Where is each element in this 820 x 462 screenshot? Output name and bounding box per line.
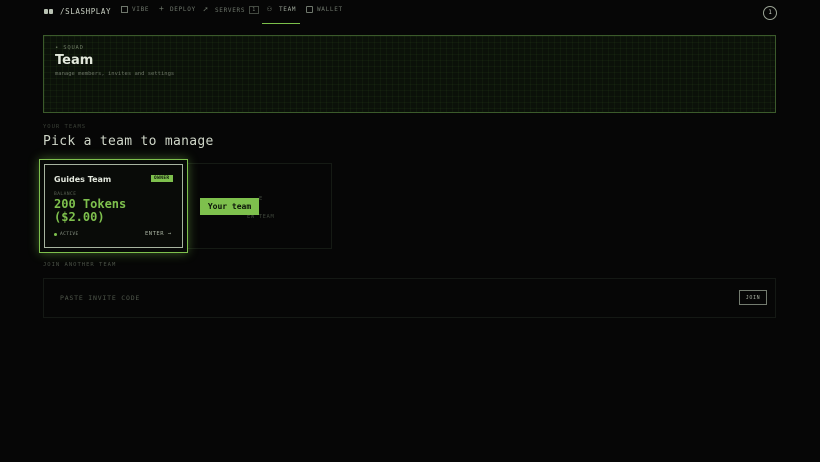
team-name: Guides Team — [54, 175, 112, 184]
gamepad-icon — [44, 8, 54, 15]
balance-usd: ($2.00) — [54, 210, 105, 224]
your-team-tooltip: Your team — [200, 198, 259, 215]
nav-item-label: WALLET — [317, 6, 343, 13]
nav-item-deploy[interactable]: DEPLOY — [159, 4, 196, 13]
brand-name: /SLASHPLAY — [60, 7, 112, 16]
wallet-icon — [306, 6, 313, 13]
join-button[interactable]: JOIN — [739, 290, 767, 305]
active-tab-indicator — [262, 23, 300, 24]
team-status: ACTIVE — [54, 232, 79, 237]
enter-team-link[interactable]: ENTER → — [145, 231, 172, 237]
page-header: • SQUAD Team manage members, invites and… — [43, 35, 776, 113]
top-nav: /SLASHPLAY VIBE DEPLOY SERVERS 1 TEAM WA… — [0, 0, 820, 26]
page-title: Team — [55, 53, 94, 68]
nav-item-vibe[interactable]: VIBE — [121, 6, 149, 13]
nav-item-label: VIBE — [132, 6, 150, 13]
nav-item-label: DEPLOY — [170, 6, 196, 13]
balance-value: 200 Tokens ($2.00) — [54, 198, 126, 224]
box-icon — [121, 6, 128, 13]
join-team-panel: JOIN — [43, 278, 776, 318]
user-avatar[interactable]: 1 — [763, 6, 777, 20]
invite-code-input[interactable] — [60, 292, 560, 304]
status-dot-icon — [54, 233, 57, 236]
people-icon — [267, 4, 275, 13]
rocket-icon — [203, 5, 211, 14]
join-section-label: JOIN ANOTHER TEAM — [43, 262, 117, 268]
nav-item-label: TEAM — [279, 6, 297, 13]
page-subtitle: manage members, invites and settings — [55, 71, 175, 77]
role-badge: OWNER — [151, 175, 173, 182]
brand-logo[interactable]: /SLASHPLAY — [44, 7, 111, 16]
teams-section-label: YOUR TEAMS — [43, 124, 87, 130]
create-team-fragment: E — [259, 196, 263, 202]
status-label: ACTIVE — [60, 232, 79, 237]
plus-icon — [159, 4, 166, 13]
servers-count-badge: 1 — [249, 6, 259, 14]
nav-item-team[interactable]: TEAM — [267, 4, 297, 13]
teams-section-title: Pick a team to manage — [43, 134, 214, 149]
team-card[interactable]: Guides Team OWNER BALANCE 200 Tokens ($2… — [44, 164, 183, 248]
nav-item-servers[interactable]: SERVERS 1 — [203, 5, 259, 14]
nav-item-label: SERVERS — [215, 6, 246, 14]
nav-item-wallet[interactable]: WALLET — [306, 6, 343, 13]
header-eyebrow: • SQUAD — [55, 45, 84, 51]
